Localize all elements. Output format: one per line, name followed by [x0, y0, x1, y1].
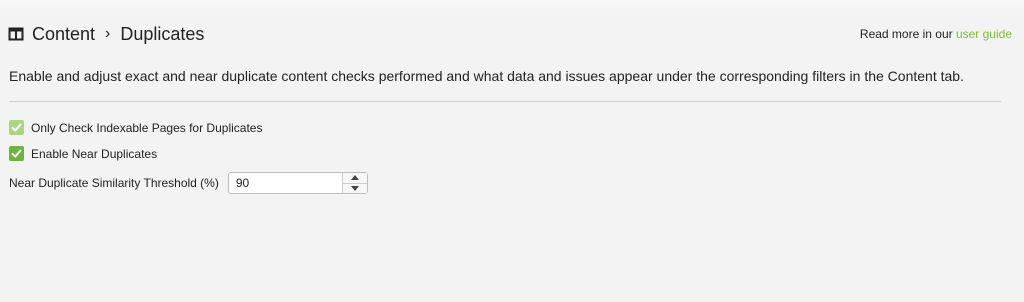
user-guide-link[interactable]: user guide	[956, 27, 1012, 41]
option-near-duplicates[interactable]: Enable Near Duplicates	[9, 146, 157, 161]
checkmark-icon	[11, 149, 22, 158]
threshold-row: Near Duplicate Similarity Threshold (%)	[9, 172, 368, 194]
caret-down-icon	[350, 185, 359, 191]
read-more: Read more in our user guide	[860, 27, 1012, 41]
spinner-buttons	[341, 173, 367, 193]
divider	[9, 101, 1001, 102]
spinner-down-button[interactable]	[342, 183, 367, 193]
breadcrumb: Content › Duplicates	[8, 24, 204, 45]
panel-columns-icon	[8, 26, 24, 42]
threshold-label: Near Duplicate Similarity Threshold (%)	[9, 176, 219, 190]
read-more-text: Read more in our	[859, 27, 956, 41]
option-near-duplicates-label: Enable Near Duplicates	[31, 146, 158, 161]
checkmark-icon	[11, 123, 22, 132]
threshold-spinner[interactable]	[227, 172, 368, 194]
header: Content › Duplicates Read more in our us…	[8, 22, 1016, 46]
page-description: Enable and adjust exact and near duplica…	[9, 68, 964, 84]
breadcrumb-duplicates: Duplicates	[120, 23, 205, 44]
option-indexable-only-label: Only Check Indexable Pages for Duplicate…	[31, 120, 263, 135]
top-strip	[0, 0, 1024, 10]
checkbox-near-duplicates[interactable]	[9, 146, 24, 161]
breadcrumb-separator: ›	[105, 25, 111, 42]
threshold-input[interactable]	[228, 173, 342, 193]
option-indexable-only[interactable]: Only Check Indexable Pages for Duplicate…	[9, 120, 262, 135]
spinner-up-button[interactable]	[342, 173, 367, 184]
breadcrumb-content[interactable]: Content	[32, 24, 95, 45]
checkbox-indexable-only[interactable]	[9, 120, 24, 135]
caret-up-icon	[350, 175, 359, 181]
